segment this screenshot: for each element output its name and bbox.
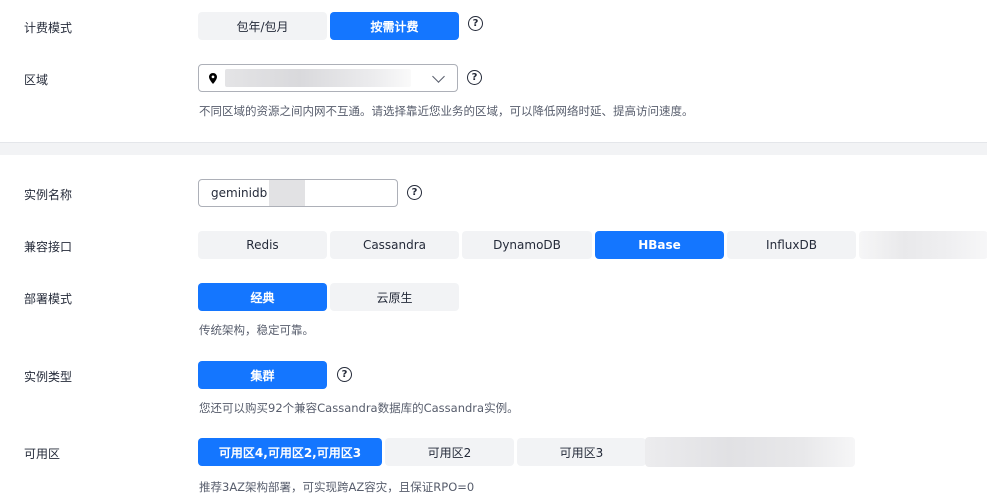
billing-mode-label: 计费模式: [24, 21, 73, 35]
deploy-mode-label: 部署模式: [24, 292, 73, 306]
az-group: 可用区4,可用区2,可用区3 可用区2 可用区3: [198, 438, 646, 466]
billing-mode-group: 包年/包月 按需计费: [198, 12, 459, 40]
region-select[interactable]: [198, 64, 458, 92]
region-hint: 不同区域的资源之间内网不互通。请选择靠近您业务的区域，可以降低网络时延、提高访问…: [199, 104, 694, 118]
chevron-down-icon[interactable]: [432, 70, 445, 83]
az-hint: 推荐3AZ架构部署，可实现跨AZ容灾，且保证RPO=0: [199, 480, 475, 494]
az-option-2[interactable]: 可用区2: [385, 438, 514, 466]
instance-type-option-cluster[interactable]: 集群: [198, 361, 327, 389]
deploy-mode-group: 经典 云原生: [198, 283, 459, 311]
az-label: 可用区: [24, 447, 61, 461]
instance-type-hint: 您还可以购买92个兼容Cassandra数据库的Cassandra实例。: [199, 401, 519, 415]
instance-name-label: 实例名称: [24, 188, 73, 202]
compat-option-dynamodb[interactable]: DynamoDB: [462, 231, 592, 259]
region-value-redacted: [225, 69, 411, 87]
question-circle-icon[interactable]: ?: [468, 16, 483, 31]
question-circle-icon[interactable]: ?: [407, 185, 422, 200]
billing-option-pay-per-use[interactable]: 按需计费: [330, 12, 459, 40]
compat-interface-label: 兼容接口: [24, 240, 73, 254]
az-option-3[interactable]: 可用区3: [517, 438, 646, 466]
instance-name-redacted: [269, 180, 306, 206]
instance-type-label: 实例类型: [24, 370, 73, 384]
compat-option-redacted[interactable]: [859, 231, 987, 259]
instance-name-value: geminidb: [211, 186, 268, 200]
compat-option-influxdb[interactable]: InfluxDB: [727, 231, 856, 259]
az-option-4-2-3[interactable]: 可用区4,可用区2,可用区3: [198, 438, 382, 466]
compat-interface-group: Redis Cassandra DynamoDB HBase InfluxDB: [198, 231, 987, 259]
question-circle-icon[interactable]: ?: [337, 367, 352, 382]
compat-option-cassandra[interactable]: Cassandra: [330, 231, 459, 259]
region-label: 区域: [24, 73, 49, 87]
compat-option-hbase[interactable]: HBase: [595, 231, 724, 259]
location-pin-icon: [209, 72, 217, 84]
compat-option-redis[interactable]: Redis: [198, 231, 327, 259]
az-option-redacted[interactable]: [645, 437, 855, 467]
deploy-option-classic[interactable]: 经典: [198, 283, 327, 311]
instance-name-input[interactable]: geminidb: [198, 179, 398, 207]
section-divider: [0, 142, 987, 155]
billing-option-yearly-monthly[interactable]: 包年/包月: [198, 12, 327, 40]
instance-type-group: 集群: [198, 361, 327, 389]
question-circle-icon[interactable]: ?: [467, 70, 482, 85]
deploy-option-cloud-native[interactable]: 云原生: [330, 283, 459, 311]
deploy-mode-hint: 传统架构，稳定可靠。: [199, 323, 314, 337]
